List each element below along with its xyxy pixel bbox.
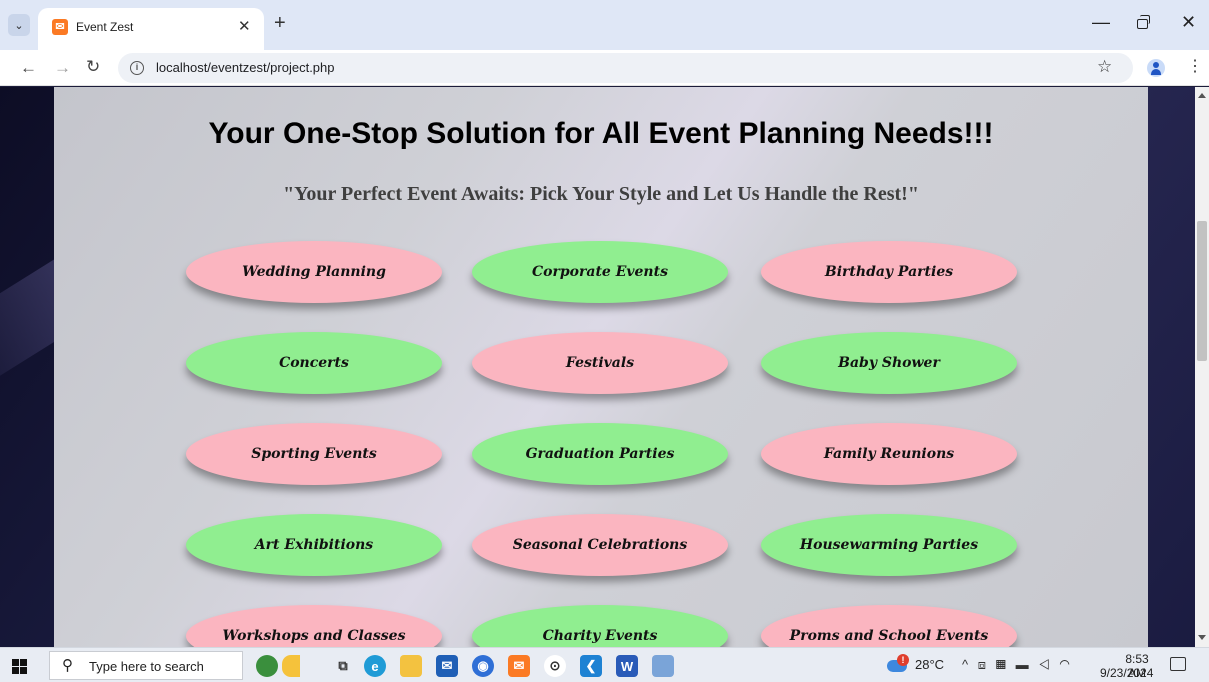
browser-toolbar: ← → ↻ i localhost/eventzest/project.php … xyxy=(0,50,1209,86)
minimize-icon[interactable]: — xyxy=(1092,12,1110,33)
event-button-wedding-planning[interactable]: Wedding Planning xyxy=(186,241,442,303)
search-icon: ⚲ xyxy=(62,657,73,674)
steam-icon[interactable]: ⊙ xyxy=(544,655,566,677)
scroll-up-arrow-icon[interactable] xyxy=(1198,93,1206,98)
system-tray-icons[interactable]: ^ ⧈ ▦ ▬ ◁ ◠ xyxy=(962,657,1073,673)
temperature-text[interactable]: 28°C xyxy=(915,657,944,672)
taskbar-search-box[interactable]: ⚲ Type here to search xyxy=(49,651,243,680)
tab-title: Event Zest xyxy=(76,20,134,34)
page-scrollbar[interactable] xyxy=(1195,87,1209,647)
window-close-icon[interactable]: ✕ xyxy=(1181,12,1196,33)
browser-tab[interactable]: ✉ Event Zest ✕ xyxy=(38,8,264,50)
vscode-icon[interactable]: ❮ xyxy=(580,655,602,677)
content-panel: Your One-Stop Solution for All Event Pla… xyxy=(54,87,1148,647)
forward-arrow-icon[interactable]: → xyxy=(54,58,71,78)
back-arrow-icon[interactable]: ← xyxy=(20,58,37,78)
scroll-down-arrow-icon[interactable] xyxy=(1198,635,1206,640)
weather-cloud-icon[interactable]: ! xyxy=(887,654,911,674)
taskbar: ⚲ Type here to search ⧉ e ✉ ◉ ✉ ⊙ ❮ W ! … xyxy=(0,647,1209,682)
profile-avatar-icon[interactable] xyxy=(1147,59,1165,77)
tab-search-chevron-icon[interactable]: ⌄ xyxy=(8,14,30,36)
event-button-housewarming-parties[interactable]: Housewarming Parties xyxy=(761,514,1017,576)
event-button-birthday-parties[interactable]: Birthday Parties xyxy=(761,241,1017,303)
event-button-proms-and-school-events[interactable]: Proms and School Events xyxy=(761,605,1017,647)
file-explorer-icon[interactable] xyxy=(400,655,422,677)
tab-close-icon[interactable]: ✕ xyxy=(238,17,251,35)
weather-widget-icon[interactable] xyxy=(282,655,300,677)
notification-icon[interactable] xyxy=(1170,657,1186,671)
event-button-family-reunions[interactable]: Family Reunions xyxy=(761,423,1017,485)
event-button-corporate-events[interactable]: Corporate Events xyxy=(472,241,728,303)
edge-icon[interactable]: e xyxy=(364,655,386,677)
page-title: Your One-Stop Solution for All Event Pla… xyxy=(208,117,994,150)
event-button-charity-events[interactable]: Charity Events xyxy=(472,605,728,647)
tab-strip: ⌄ ✉ Event Zest ✕ + — ✕ xyxy=(0,0,1209,50)
mail-icon[interactable]: ✉ xyxy=(436,655,458,677)
event-button-sporting-events[interactable]: Sporting Events xyxy=(186,423,442,485)
event-button-seasonal-celebrations[interactable]: Seasonal Celebrations xyxy=(472,514,728,576)
event-button-concerts[interactable]: Concerts xyxy=(186,332,442,394)
word-icon[interactable]: W xyxy=(616,655,638,677)
address-bar[interactable]: i localhost/eventzest/project.php ☆ xyxy=(118,53,1133,83)
event-button-baby-shower[interactable]: Baby Shower xyxy=(761,332,1017,394)
taskbar-search-placeholder: Type here to search xyxy=(89,659,204,674)
url-text[interactable]: localhost/eventzest/project.php xyxy=(156,60,335,75)
site-info-icon[interactable]: i xyxy=(130,61,144,75)
page-viewport: Your One-Stop Solution for All Event Pla… xyxy=(0,87,1209,647)
windows-start-icon[interactable] xyxy=(12,659,27,674)
new-tab-icon[interactable]: + xyxy=(274,13,286,33)
bookmark-star-icon[interactable]: ☆ xyxy=(1097,57,1112,77)
event-button-workshops-and-classes[interactable]: Workshops and Classes xyxy=(186,605,442,647)
reload-icon[interactable]: ↻ xyxy=(86,57,100,77)
clock-date[interactable]: 9/23/2024 xyxy=(1100,666,1153,680)
page-subtitle: "Your Perfect Event Awaits: Pick Your St… xyxy=(283,183,919,205)
xampp-icon[interactable]: ✉ xyxy=(508,655,530,677)
event-button-art-exhibitions[interactable]: Art Exhibitions xyxy=(186,514,442,576)
event-button-graduation-parties[interactable]: Graduation Parties xyxy=(472,423,728,485)
widgets-icon[interactable] xyxy=(256,655,278,677)
chrome-icon[interactable]: ◉ xyxy=(472,655,494,677)
event-button-festivals[interactable]: Festivals xyxy=(472,332,728,394)
more-menu-icon[interactable]: ⋮ xyxy=(1187,56,1203,76)
favicon-icon: ✉ xyxy=(52,19,68,35)
notepad-icon[interactable] xyxy=(652,655,674,677)
scroll-thumb[interactable] xyxy=(1197,221,1207,361)
restore-icon[interactable] xyxy=(1137,15,1150,29)
task-view-icon[interactable]: ⧉ xyxy=(332,655,354,677)
